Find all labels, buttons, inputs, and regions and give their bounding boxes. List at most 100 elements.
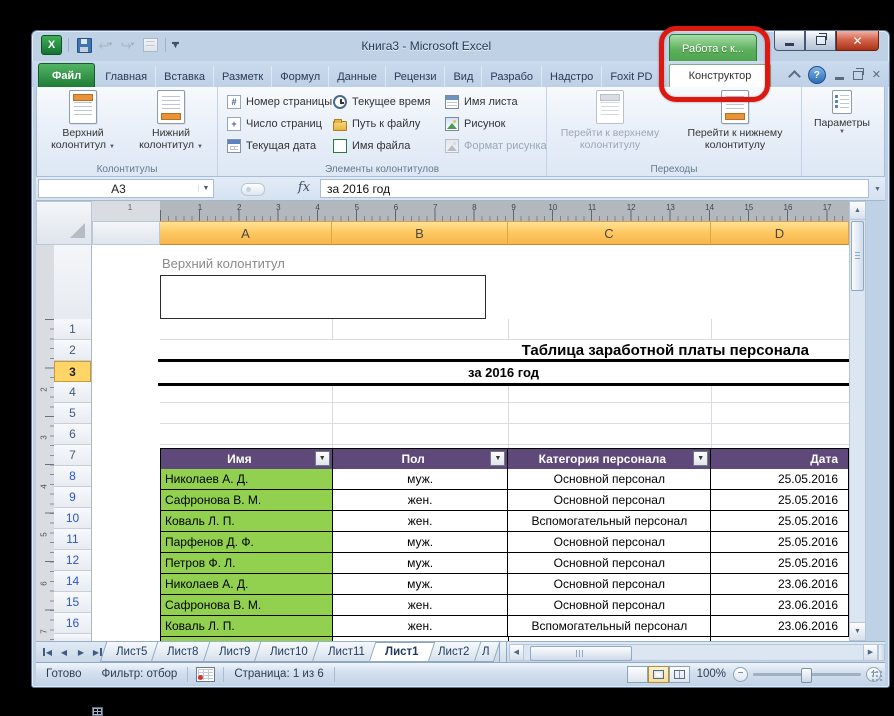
go-to-header-button[interactable]: Перейти к верхнему колонтитулу [548, 90, 672, 158]
row-header-4[interactable]: 4 [54, 382, 91, 403]
page-header-box[interactable] [160, 275, 486, 319]
table-cell[interactable]: муж. [332, 532, 509, 553]
customize-qat-button[interactable]: ▬ ▼ [172, 39, 179, 50]
previous-sheet-button[interactable]: ◀ [56, 644, 72, 660]
table-cell[interactable]: Основной персонал [508, 490, 712, 511]
worksheet-grid[interactable]: Верхний колонтитул Таблица заработной пл… [92, 245, 849, 641]
scrollbar-splitter[interactable] [878, 643, 885, 661]
column-header-c[interactable]: C [508, 221, 711, 245]
row-header-16[interactable]: 16 [54, 613, 91, 634]
name-box-resizer[interactable] [241, 183, 265, 196]
table-cell[interactable]: Вспомогательный персонал [508, 616, 712, 637]
table-cell[interactable]: Основной персонал [508, 595, 712, 616]
tab-файл[interactable]: Файл [38, 63, 96, 87]
table-cell[interactable]: Петров Ф. Л. [161, 553, 333, 574]
table-cell[interactable]: Вспомогательный персонал [508, 511, 712, 532]
zoom-out-button[interactable]: − [733, 666, 748, 682]
options-button[interactable]: Параметры ▼ [800, 90, 884, 158]
selected-cell-a3[interactable]: за 2016 год [158, 359, 849, 386]
row-header-10[interactable]: 10 [54, 508, 91, 529]
vertical-scrollbar[interactable]: ▲ ▼ [849, 201, 866, 641]
table-cell[interactable]: 25.05.2016 [711, 490, 849, 511]
table-cell[interactable]: Основной персонал [508, 574, 712, 595]
row-header-12[interactable]: 12 [54, 550, 91, 571]
first-sheet-button[interactable]: ◀ [39, 644, 55, 660]
число-страниц-button[interactable]: + Число страниц [224, 113, 324, 135]
table-cell[interactable]: жен. [332, 616, 509, 637]
close-button[interactable]: ✕ [836, 31, 879, 51]
row-header-2[interactable]: 2 [54, 340, 91, 361]
table-cell[interactable]: 23.06.2016 [711, 595, 849, 616]
рисунок-button[interactable]: Рисунок [442, 113, 554, 135]
help-icon[interactable]: ? [807, 66, 826, 84]
horizontal-scrollbar[interactable]: ◀ ▶ [508, 642, 885, 662]
row-header-1[interactable]: 1 [54, 319, 91, 340]
table-cell[interactable]: Коваль Л. П. [161, 616, 333, 637]
table-row[interactable]: Коваль Л. П. жен. Вспомогательный персонал… [160, 616, 849, 637]
table-cell[interactable]: жен. [332, 595, 509, 616]
tab-данные[interactable]: Данные [329, 66, 386, 87]
contextual-tab-group-header[interactable]: Работа с к... [669, 34, 757, 62]
next-sheet-button[interactable]: ▶ [73, 644, 89, 660]
row-header-7[interactable]: 7 [54, 445, 91, 466]
chevron-down-icon[interactable]: ▼ [198, 185, 213, 192]
table-format-button[interactable] [141, 37, 159, 54]
имя-листа-button[interactable]: Имя листа [442, 91, 554, 113]
title-bar[interactable]: X ↩ ▼ ↪ ▼ ▬ ▼ Книга3 - Microsoft Excel Рабо… [32, 31, 889, 62]
имя-файла-button[interactable]: Имя файла [330, 135, 436, 157]
table-cell[interactable]: Николаев А. Д. [161, 469, 333, 490]
filter-dropdown-button[interactable]: ▼ [693, 451, 709, 466]
horizontal-scroll-track[interactable] [523, 643, 863, 661]
zoom-handle[interactable] [801, 667, 812, 683]
текущая-дата-button[interactable]: Текущая дата [224, 135, 324, 157]
table-row[interactable]: Сафронова В. М. жен. Основной персонал 23.0… [160, 595, 849, 616]
scroll-left-icon[interactable]: ◀ [508, 643, 524, 661]
vertical-scroll-thumb[interactable] [851, 221, 864, 291]
tab-вставка[interactable]: Вставка [156, 66, 215, 87]
row-header-5[interactable]: 5 [54, 403, 91, 424]
table-cell[interactable]: жен. [332, 511, 509, 532]
resize-grip[interactable] [871, 670, 883, 682]
tab-формул[interactable]: Формул [272, 66, 330, 87]
restore-button[interactable] [805, 31, 836, 51]
horizontal-scroll-thumb[interactable] [529, 645, 632, 661]
column-header-a[interactable]: A [160, 221, 332, 245]
tab-главная[interactable]: Главная [97, 66, 157, 87]
formula-input[interactable]: за 2016 год [320, 179, 869, 198]
table-cell[interactable]: жен. [332, 490, 509, 511]
row-header-11[interactable]: 11 [54, 529, 91, 550]
table-cell[interactable]: муж. [332, 553, 509, 574]
tab-foxit-pd[interactable]: Foxit PD [602, 66, 662, 87]
table-title-cell[interactable]: Таблица заработной платы персонала [160, 340, 849, 361]
header-button[interactable]: Верхний колонтитул ▼ [41, 90, 125, 158]
table-row[interactable]: Николаев А. Д. муж. Основной персонал 25.05… [160, 469, 849, 490]
collapse-ribbon-icon[interactable] [787, 70, 801, 83]
table-row[interactable]: Коваль Л. П. жен. Вспомогательный персонал… [160, 511, 849, 532]
name-box[interactable]: A3 ▼ [38, 179, 214, 198]
tab-разметк[interactable]: Разметк [214, 66, 273, 87]
table-row[interactable]: Парфенов Д. Ф. муж. Основной персонал 25.05… [160, 532, 849, 553]
table-header-1[interactable]: Имя ▼ [161, 449, 333, 469]
table-row[interactable]: Петров Ф. Л. муж. Основной персонал 25.05.2… [160, 553, 849, 574]
workbook-close-icon[interactable]: ✕ [872, 69, 881, 81]
tab-splitter[interactable] [498, 642, 507, 662]
table-cell[interactable]: Парфенов Д. Ф. [161, 532, 333, 553]
normal-view-button[interactable] [92, 665, 648, 716]
table-cell[interactable]: Основной персонал [508, 532, 712, 553]
table-header-3[interactable]: Категория персонала ▼ [508, 449, 712, 469]
table-cell[interactable]: муж. [332, 469, 509, 490]
footer-button[interactable]: Нижний колонтитул ▼ [129, 90, 213, 158]
row-header-6[interactable]: 6 [54, 424, 91, 445]
workbook-restore-icon[interactable] [852, 67, 864, 80]
excel-logo-icon[interactable]: X [41, 35, 62, 55]
table-cell[interactable]: муж. [332, 574, 509, 595]
expand-formula-bar-icon[interactable]: ▼ [871, 181, 884, 197]
zoom-level[interactable]: 100% [697, 668, 726, 680]
table-cell[interactable]: 23.06.2016 [711, 616, 849, 637]
table-cell[interactable]: Основной персонал [508, 469, 712, 490]
column-header-d[interactable]: D [711, 221, 849, 245]
page-break-view-button[interactable] [668, 665, 690, 683]
row-header-9[interactable]: 9 [54, 487, 91, 508]
workbook-minimize-icon[interactable] [834, 76, 844, 80]
column-header-b[interactable]: B [332, 221, 508, 245]
